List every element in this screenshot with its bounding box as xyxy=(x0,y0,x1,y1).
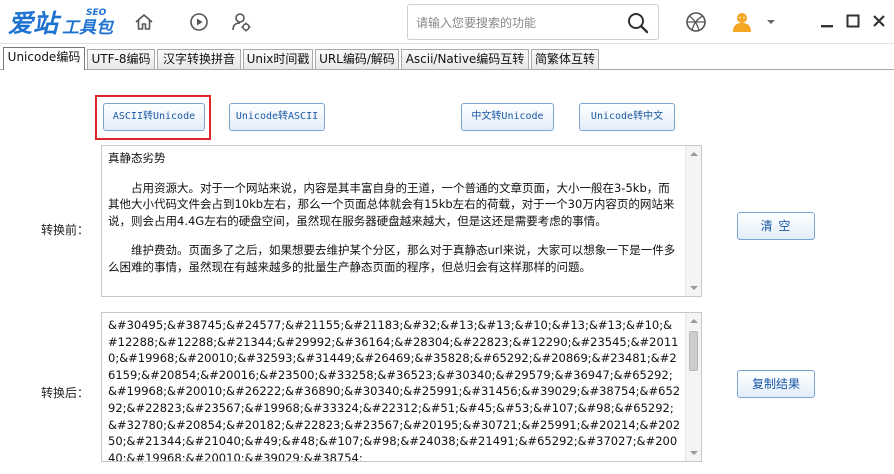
input-text-title: 真静态劣势 xyxy=(108,151,166,165)
search-input[interactable] xyxy=(416,13,616,33)
input-scrollbar[interactable] xyxy=(685,146,701,296)
unicode-to-ascii-button[interactable]: Unicode转ASCII xyxy=(229,103,325,131)
tab-pinyin[interactable]: 汉字转换拼音 xyxy=(157,49,241,69)
output-scrollbar[interactable] xyxy=(685,313,701,461)
input-text-content: 真静态劣势 占用资源大。对于一个网站来说，内容是其丰富自身的王道，一个普通的文章… xyxy=(108,150,679,296)
tab-bar: Unicode编码 UTF-8编码 汉字转换拼音 Unix时间戳 URL编码/解… xyxy=(0,47,894,70)
user-settings-icon[interactable] xyxy=(230,10,254,34)
scroll-up-icon[interactable] xyxy=(689,149,699,159)
basketball-icon[interactable] xyxy=(684,10,708,34)
svg-text:工具包: 工具包 xyxy=(62,18,115,38)
search-icon[interactable] xyxy=(626,11,650,35)
input-textarea[interactable]: 真静态劣势 占用资源大。对于一个网站来说，内容是其丰富自身的王道，一个普通的文章… xyxy=(101,145,702,297)
scroll-up-icon[interactable] xyxy=(689,316,699,326)
play-icon[interactable] xyxy=(187,10,211,34)
app-logo-graphic: 爱站 工具包 SEO xyxy=(8,8,115,38)
tab-url-encode[interactable]: URL编码/解码 xyxy=(315,49,399,69)
tab-unicode[interactable]: Unicode编码 xyxy=(3,47,85,70)
app-logo[interactable]: 爱站 工具包 SEO xyxy=(8,4,126,40)
scroll-down-icon[interactable] xyxy=(689,448,699,458)
minimize-icon[interactable] xyxy=(816,10,838,32)
after-label: 转换后： xyxy=(41,386,90,400)
home-icon[interactable] xyxy=(132,10,156,34)
ascii-to-unicode-button[interactable]: ASCII转Unicode xyxy=(103,103,205,131)
tab-simplified-traditional[interactable]: 简繁体互转 xyxy=(531,49,599,69)
copy-result-button[interactable]: 复制结果 xyxy=(737,370,815,398)
output-text-content: &#30495;&#38745;&#24577;&#21155;&#21183;… xyxy=(108,318,681,461)
close-icon[interactable] xyxy=(868,10,890,32)
title-bar: 爱站 工具包 SEO xyxy=(0,0,894,44)
input-text-paragraph: 占用资源大。对于一个网站来说，内容是其丰富自身的王道，一个普通的文章页面，大小一… xyxy=(108,180,675,228)
svg-text:SEO: SEO xyxy=(86,8,107,18)
unicode-to-chinese-button[interactable]: Unicode转中文 xyxy=(579,103,675,131)
tab-ascii-native[interactable]: Ascii/Native编码互转 xyxy=(401,49,529,69)
maximize-icon[interactable] xyxy=(842,10,864,32)
clear-button[interactable]: 清 空 xyxy=(737,212,815,240)
tab-unix-timestamp[interactable]: Unix时间戳 xyxy=(243,49,313,69)
output-textarea[interactable]: &#30495;&#38745;&#24577;&#21155;&#21183;… xyxy=(101,312,702,462)
input-text-paragraph: 维护费劲。页面多了之后，如果想要去维护某个分区，那么对于真静态url来说，大家可… xyxy=(108,243,676,274)
tab-utf8[interactable]: UTF-8编码 xyxy=(87,49,155,69)
dropdown-arrow-icon[interactable] xyxy=(764,10,778,34)
svg-text:爱站: 爱站 xyxy=(8,9,62,38)
before-label: 转换前： xyxy=(41,223,90,237)
chinese-to-unicode-button[interactable]: 中文转Unicode xyxy=(461,103,554,131)
user-avatar-icon[interactable] xyxy=(730,10,754,34)
scroll-thumb[interactable] xyxy=(689,331,698,371)
scroll-down-icon[interactable] xyxy=(689,283,699,293)
search-box xyxy=(407,4,659,40)
